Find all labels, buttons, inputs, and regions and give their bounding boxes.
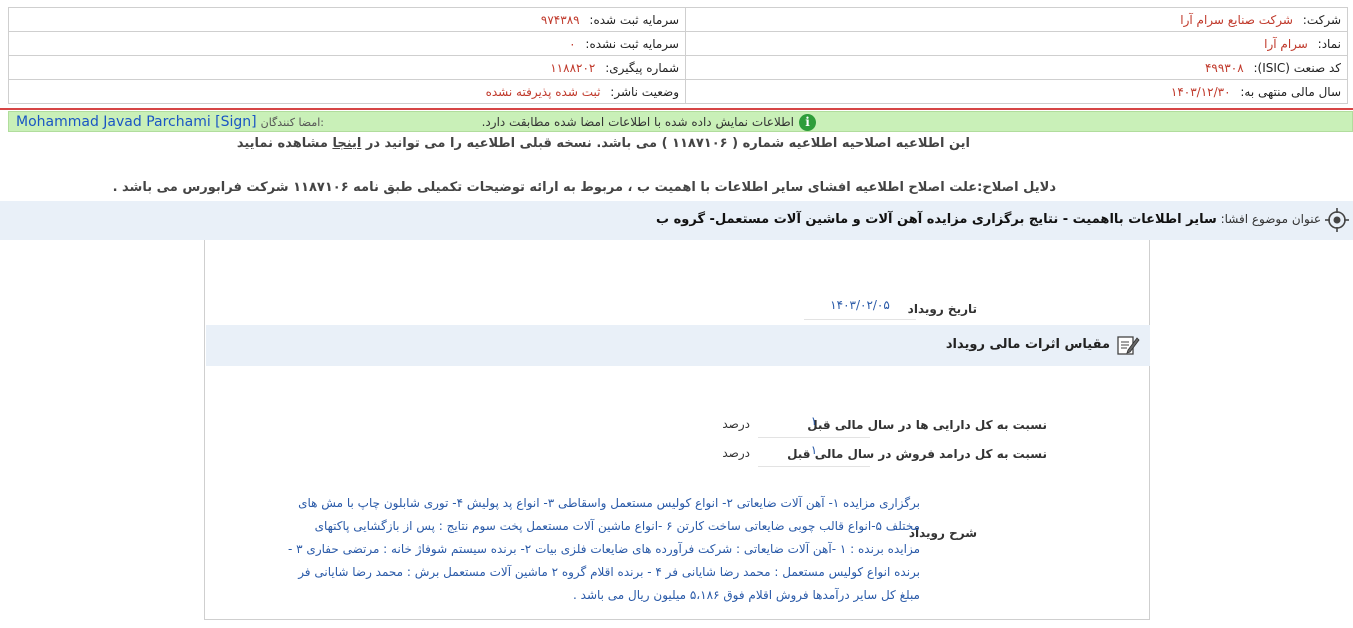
- publisher-status-value: ثبت شده پذیرفته نشده: [485, 84, 601, 99]
- signature-bar: i اطلاعات نمایش داده شده با اطلاعات امضا…: [8, 111, 1353, 132]
- publisher-status-cell: وضعیت ناشر: ثبت شده پذیرفته نشده: [8, 79, 686, 104]
- capital-registered-label: سرمایه ثبت شده:: [589, 12, 679, 27]
- isic-value: ۴۹۹۳۰۸: [1204, 60, 1244, 75]
- event-date-value: ۱۴۰۳/۰۲/۰۵: [804, 298, 916, 320]
- subject-value: سایر اطلاعات بااهمیت - نتایج برگزاری مزا…: [656, 212, 1217, 227]
- symbol-cell: نماد: سرام آرا: [685, 31, 1348, 56]
- revenue-ratio-value: ۱: [758, 443, 870, 467]
- financial-effects-bar: مقیاس اثرات مالی رویداد: [206, 325, 1150, 366]
- tracking-number-cell: شماره پیگیری: ۱۱۸۸۲۰۲: [8, 55, 686, 80]
- tracking-number-value: ۱۱۸۸۲۰۲: [550, 60, 596, 75]
- assets-ratio-value: ۱: [758, 414, 870, 438]
- assets-ratio-unit: درصد: [722, 417, 750, 431]
- event-description-text: برگزاری مزایده ۱- آهن آلات ضایعاتی ۲- ان…: [288, 496, 920, 602]
- fiscal-year-label: سال مالی منتهی به:: [1240, 84, 1341, 99]
- divider-line: [0, 108, 1353, 110]
- previous-version-link[interactable]: اینجا: [332, 136, 361, 151]
- subject-text: عنوان موضوع افشا: سایر اطلاعات بااهمیت -…: [656, 212, 1321, 227]
- company-label: شرکت:: [1302, 12, 1341, 27]
- info-row: سال مالی منتهی به: ۱۴۰۳/۱۲/۳۰ وضعیت ناشر…: [8, 79, 1348, 104]
- isic-cell: کد صنعت (ISIC): ۴۹۹۳۰۸: [685, 55, 1348, 80]
- amendment-text: این اطلاعیه اصلاحیه اطلاعیه شماره ( ۱۱۸۷…: [365, 136, 970, 151]
- capital-registered-value: ۹۷۴۳۸۹: [540, 12, 580, 27]
- capital-unregistered-cell: سرمایه ثبت نشده: ۰: [8, 31, 686, 56]
- signers-label: امضا کنندگان:: [260, 115, 324, 129]
- company-value: شرکت صنایع سرام آرا: [1180, 12, 1293, 27]
- fiscal-year-value: ۱۴۰۳/۱۲/۳۰: [1170, 84, 1231, 99]
- fiscal-year-cell: سال مالی منتهی به: ۱۴۰۳/۱۲/۳۰: [685, 79, 1348, 104]
- capital-unregistered-value: ۰: [569, 36, 576, 51]
- publisher-status-label: وضعیت ناشر:: [610, 84, 679, 99]
- subject-label: عنوان موضوع افشا:: [1220, 212, 1321, 226]
- financial-effects-title: مقیاس اثرات مالی رویداد: [945, 337, 1110, 352]
- signature-message: i اطلاعات نمایش داده شده با اطلاعات امضا…: [482, 113, 816, 131]
- company-cell: شرکت: شرکت صنایع سرام آرا: [685, 7, 1348, 32]
- amendment-text-end: مشاهده نمایید: [236, 136, 328, 151]
- info-icon: i: [799, 113, 816, 131]
- symbol-value: سرام آرا: [1264, 36, 1308, 51]
- isic-label: کد صنعت (ISIC):: [1253, 60, 1341, 75]
- capital-registered-cell: سرمایه ثبت شده: ۹۷۴۳۸۹: [8, 7, 686, 32]
- event-date-label: تاریخ رویداد: [907, 302, 977, 316]
- info-row: کد صنعت (ISIC): ۴۹۹۳۰۸ شماره پیگیری: ۱۱۸…: [8, 55, 1348, 80]
- signature-message-text: اطلاعات نمایش داده شده با اطلاعات امضا ش…: [481, 115, 794, 129]
- edit-document-icon: [1117, 336, 1140, 355]
- symbol-label: نماد:: [1317, 36, 1341, 51]
- revenue-ratio-unit: درصد: [722, 446, 750, 460]
- company-info-table: شرکت: شرکت صنایع سرام آرا سرمایه ثبت شده…: [8, 7, 1348, 104]
- info-row: شرکت: شرکت صنایع سرام آرا سرمایه ثبت شده…: [8, 7, 1348, 32]
- amendment-notice: این اطلاعیه اصلاحیه اطلاعیه شماره ( ۱۱۸۷…: [237, 136, 970, 151]
- signers: Mohammad Javad Parchami [Sign] امضا کنند…: [16, 113, 324, 131]
- capital-unregistered-label: سرمایه ثبت نشده:: [585, 36, 679, 51]
- signer-name-link[interactable]: Mohammad Javad Parchami [Sign]: [16, 114, 257, 130]
- subject-bar: عنوان موضوع افشا: سایر اطلاعات بااهمیت -…: [0, 201, 1353, 240]
- target-icon: [1325, 208, 1349, 232]
- info-row: نماد: سرام آرا سرمایه ثبت نشده: ۰: [8, 31, 1348, 56]
- tracking-number-label: شماره پیگیری:: [605, 60, 679, 75]
- amendment-reason: دلایل اصلاح:علت اصلاح اطلاعیه افشای سایر…: [112, 180, 1056, 195]
